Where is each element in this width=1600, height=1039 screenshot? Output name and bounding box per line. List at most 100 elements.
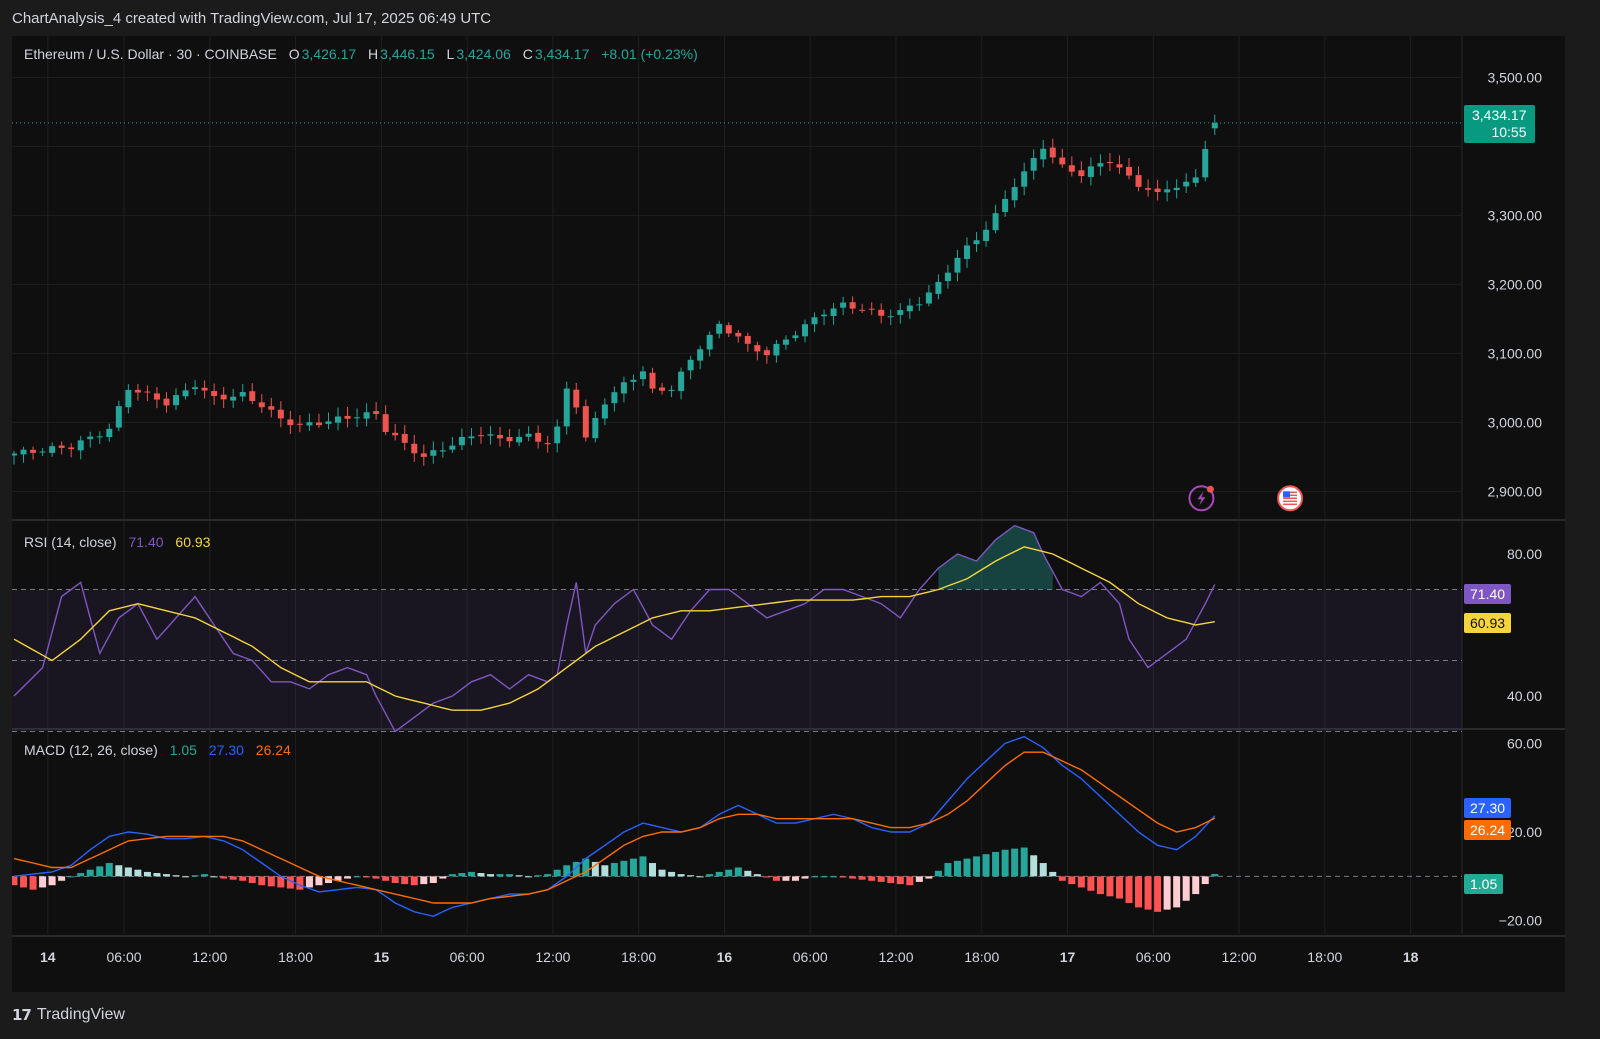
candle-up	[1202, 149, 1209, 178]
open-value: 3,426.17	[301, 46, 357, 62]
candle-up	[192, 387, 199, 390]
macd-histogram-bar	[906, 876, 914, 886]
macd-histogram-bar	[1068, 876, 1076, 885]
macd-histogram-bar	[258, 876, 266, 886]
candle-down	[649, 372, 656, 389]
candle-up	[354, 417, 361, 419]
macd-histogram-bar	[639, 856, 647, 877]
candle-down	[1116, 164, 1123, 168]
macd-histogram-bar	[124, 867, 132, 877]
macd-histogram-bar	[1096, 876, 1104, 895]
candle-up	[39, 451, 46, 453]
macd-histogram-bar	[811, 876, 819, 878]
macd-histogram-bar	[1211, 874, 1219, 877]
time-axis-label: 06:00	[107, 949, 142, 965]
macd-histogram-bar	[610, 863, 618, 877]
macd-histogram-bar	[239, 876, 247, 881]
price-axis-label: 3,100.00	[1488, 345, 1543, 361]
candle-up	[1164, 189, 1171, 193]
candle-up	[678, 371, 685, 391]
candle-up	[458, 436, 465, 446]
candle-down	[477, 435, 484, 437]
macd-histogram-bar	[220, 876, 228, 879]
macd-histogram-bar	[925, 876, 933, 879]
time-axis-label: 18	[1403, 949, 1419, 965]
candle-up	[125, 389, 132, 408]
macd-histogram-bar	[839, 876, 847, 878]
time-axis-label: 14	[40, 949, 56, 965]
macd-value-tag: 27.30	[1464, 798, 1512, 818]
candle-up	[230, 396, 237, 401]
macd-histogram-bar	[553, 869, 561, 877]
macd-histogram-bar	[791, 876, 799, 881]
price-axis-label: 3,200.00	[1488, 276, 1543, 292]
macd-histogram-bar	[429, 876, 437, 883]
macd-histogram-bar	[763, 876, 771, 878]
macd-histogram-bar	[934, 870, 942, 877]
signal-line	[13, 751, 1216, 904]
candle-down	[220, 394, 227, 400]
candle-up	[487, 434, 494, 436]
histogram-value-tag: 1.05	[1464, 874, 1504, 894]
candle-up	[87, 436, 94, 440]
macd-histogram-bar	[544, 874, 552, 877]
macd-histogram-bar	[515, 875, 523, 877]
macd-histogram-bar	[858, 876, 866, 880]
candle-up	[239, 392, 246, 397]
candle-up	[944, 272, 951, 282]
macd-hist-legend-value: 1.05	[169, 742, 197, 758]
candle-up	[563, 388, 570, 427]
macd-histogram-bar	[191, 875, 199, 877]
candle-up	[449, 445, 456, 450]
candle-up	[182, 390, 189, 397]
macd-histogram-bar	[315, 876, 323, 886]
macd-histogram-bar	[782, 876, 790, 881]
tradingview-logo-icon: 17	[12, 1006, 32, 1024]
candle-up	[77, 440, 84, 451]
lightning-glyph	[1197, 491, 1206, 506]
macd-histogram-bar	[296, 876, 304, 890]
flag-canton	[1283, 491, 1291, 498]
candle-down	[859, 309, 866, 311]
event-alert-dot	[1206, 485, 1214, 493]
brand-name: TradingView	[36, 1006, 125, 1023]
macd-histogram-bar	[1125, 876, 1133, 903]
chart-canvas[interactable]: 3,500.00 3,300.00 3,200.00 3,100.00 3,000.00…	[12, 36, 1565, 992]
candle-down	[1078, 170, 1085, 177]
candle-down	[392, 432, 399, 436]
price-axis-label: 3,500.00	[1488, 69, 1543, 85]
macd-histogram-bar	[182, 876, 190, 878]
macd-histogram-bar	[48, 876, 56, 886]
candle-down	[58, 445, 65, 448]
macd-histogram-bar	[849, 876, 857, 879]
time-axis-label: 12:00	[1222, 949, 1257, 965]
macd-label[interactable]: MACD (12, 26, close)	[24, 742, 158, 758]
candle-down	[68, 447, 75, 450]
candle-up	[592, 418, 599, 439]
chart-frame[interactable]: 3,500.00 3,300.00 3,200.00 3,100.00 3,000.00…	[12, 36, 1565, 992]
candle-down	[1135, 175, 1142, 187]
candle-up	[811, 317, 818, 325]
candle-down	[1106, 162, 1113, 164]
time-axis-label: 12:00	[192, 949, 227, 965]
time-axis-label: 18:00	[1307, 949, 1342, 965]
candle-up	[1211, 122, 1218, 129]
candle-up	[516, 436, 523, 443]
macd-histogram-bar	[973, 856, 981, 877]
open-label: O	[288, 46, 300, 62]
rsi-label[interactable]: RSI (14, close)	[24, 534, 117, 550]
candle-up	[115, 406, 122, 428]
macd-line-legend-value: 27.30	[208, 742, 244, 758]
tradingview-logo[interactable]: 17 TradingView	[12, 1006, 125, 1024]
macd-histogram-bar	[363, 876, 371, 878]
candle-up	[430, 450, 437, 456]
macd-histogram-bar	[944, 863, 952, 877]
candle-up	[1087, 166, 1094, 177]
macd-histogram-bar	[153, 873, 161, 877]
macd-histogram-bar	[1077, 876, 1085, 888]
symbol-label[interactable]: Ethereum / U.S. Dollar · 30 · COINBASE	[24, 46, 277, 62]
macd-histogram-bar	[1049, 871, 1057, 877]
macd-histogram-bar	[267, 876, 275, 887]
macd-histogram-bar	[534, 875, 542, 877]
candle-down	[287, 419, 294, 426]
